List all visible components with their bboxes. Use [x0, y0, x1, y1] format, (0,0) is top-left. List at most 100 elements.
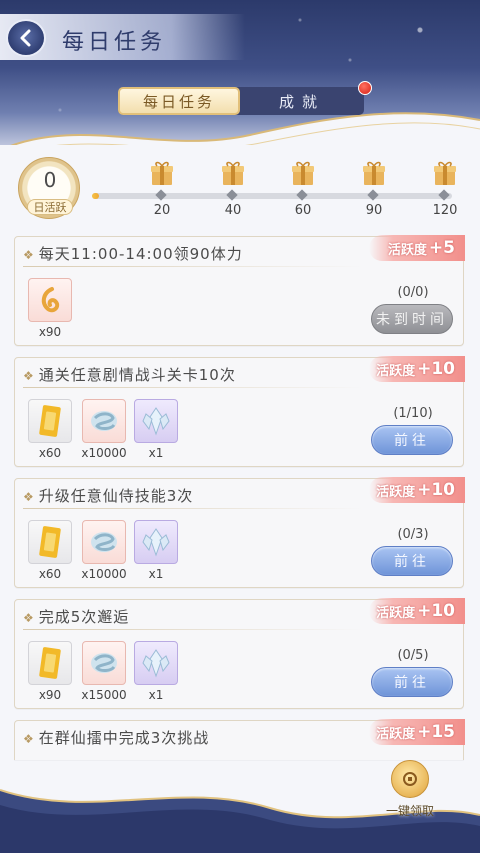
- tab-achievements[interactable]: 成就: [240, 87, 364, 115]
- reward-item[interactable]: x10000: [81, 520, 127, 581]
- page-title: 每日任务: [62, 30, 167, 55]
- reward-quantity: x90: [38, 325, 62, 339]
- reward-item[interactable]: x60: [27, 399, 73, 460]
- reward-item[interactable]: x1: [133, 520, 179, 581]
- crystal-icon: [142, 528, 170, 557]
- divider: [23, 266, 363, 267]
- reward-quantity: x10000: [81, 567, 127, 581]
- sparkle-icon: ❖: [23, 732, 35, 746]
- reward-item[interactable]: x15000: [81, 641, 127, 702]
- gift-box-icon: [363, 161, 385, 185]
- claim-all-label: 一键领取: [385, 804, 434, 818]
- reward-frame: [134, 520, 178, 564]
- milestone-value: 60: [294, 203, 312, 218]
- task-progress: (0/3): [397, 527, 429, 542]
- sparkle-icon: ❖: [23, 369, 35, 383]
- task-title: ❖ 通关任意剧情战斗关卡10次: [23, 364, 236, 385]
- sparkle-icon: ❖: [23, 490, 35, 504]
- task-progress: (1/10): [393, 406, 433, 421]
- milestone-chest[interactable]: 60: [283, 160, 323, 218]
- activity-progress-fill: [92, 193, 100, 199]
- gold-ticket-icon: [39, 526, 61, 558]
- reward-frame: [28, 641, 72, 685]
- milestone-value: 90: [365, 203, 383, 218]
- silver-coin-icon: [91, 411, 117, 431]
- go-button[interactable]: 前往: [371, 546, 453, 576]
- activity-progress-bar: [92, 193, 452, 199]
- claim-all-button[interactable]: 一键领取: [380, 760, 440, 820]
- reward-quantity: x90: [38, 688, 62, 702]
- reward-frame: [82, 520, 126, 564]
- activity-reward-badge: 活跃度 +10: [369, 598, 465, 624]
- badge-value: +10: [417, 480, 455, 500]
- reward-item[interactable]: x60: [27, 520, 73, 581]
- task-title: ❖ 升级任意仙侍技能3次: [23, 485, 193, 506]
- silver-coin-icon: [91, 532, 117, 552]
- gift-box-icon: [292, 161, 314, 185]
- divider: [23, 508, 363, 509]
- badge-label: 活跃度: [376, 605, 416, 621]
- milestone-value: 20: [153, 203, 171, 218]
- reward-item[interactable]: x1: [133, 641, 179, 702]
- reward-frame: [82, 399, 126, 443]
- badge-label: 活跃度: [376, 484, 416, 500]
- task-title: ❖ 在群仙擂中完成3次挑战: [23, 727, 209, 748]
- tab-bar: 每日任务 成就: [118, 81, 372, 115]
- task-title-text: 通关任意剧情战斗关卡10次: [38, 366, 236, 384]
- badge-label: 活跃度: [376, 363, 416, 379]
- reward-frame: [28, 520, 72, 564]
- task-title-text: 每天11:00-14:00领90体力: [38, 245, 243, 263]
- badge-label: 活跃度: [387, 242, 427, 258]
- divider: [23, 387, 363, 388]
- reward-item[interactable]: x1: [133, 399, 179, 460]
- task-card: ❖ 在群仙擂中完成3次挑战 活跃度 +15: [14, 719, 465, 760]
- reward-frame: [28, 399, 72, 443]
- badge-value: +10: [417, 359, 455, 379]
- go-button[interactable]: 前往: [371, 425, 453, 455]
- reward-frame: [28, 278, 72, 322]
- reward-quantity: x15000: [81, 688, 127, 702]
- tab-daily-tasks[interactable]: 每日任务: [118, 87, 240, 115]
- go-button[interactable]: 前往: [371, 667, 453, 697]
- gold-ticket-icon: [39, 647, 61, 679]
- tab-achievements-label: 成就: [278, 92, 325, 111]
- stamina-icon: [41, 287, 60, 313]
- reward-quantity: x10000: [81, 446, 127, 460]
- reward-frame: [134, 641, 178, 685]
- reward-item[interactable]: x90: [27, 278, 73, 339]
- activity-reward-badge: 活跃度 +15: [369, 719, 465, 745]
- reward-quantity: x1: [148, 567, 164, 581]
- activity-reward-badge: 活跃度 +10: [369, 477, 465, 503]
- reward-frame: [82, 641, 126, 685]
- gift-box-icon: [222, 161, 244, 185]
- activity-label: 日活跃: [27, 199, 73, 215]
- milestone-chest[interactable]: 40: [213, 160, 253, 218]
- money-bag-icon: [391, 760, 429, 798]
- reward-quantity: x60: [38, 446, 62, 460]
- reward-item[interactable]: x90: [27, 641, 73, 702]
- reward-item[interactable]: x10000: [81, 399, 127, 460]
- not-yet-time-button[interactable]: 未到时间: [371, 304, 453, 334]
- task-progress: (0/0): [397, 285, 429, 300]
- badge-value: +10: [417, 601, 455, 621]
- badge-value: +15: [417, 722, 455, 742]
- milestone-chest[interactable]: 120: [425, 160, 465, 218]
- back-button[interactable]: [6, 19, 46, 57]
- reward-frame: [134, 399, 178, 443]
- gift-box-icon: [434, 161, 456, 185]
- task-title-text: 升级任意仙侍技能3次: [38, 487, 194, 505]
- back-arrow-icon: [20, 29, 31, 47]
- badge-value: +5: [428, 238, 455, 258]
- notification-dot: [358, 81, 372, 95]
- milestone-chest[interactable]: 90: [354, 160, 394, 218]
- reward-quantity: x1: [148, 446, 164, 460]
- reward-quantity: x60: [38, 567, 62, 581]
- milestone-chest[interactable]: 20: [142, 160, 182, 218]
- silver-coin-icon: [91, 653, 117, 673]
- crystal-icon: [142, 407, 170, 436]
- sparkle-icon: ❖: [23, 611, 35, 625]
- task-card: ❖ 通关任意剧情战斗关卡10次 活跃度 +10 x60 x10000 x1 (1/…: [14, 356, 465, 467]
- milestone-value: 40: [224, 203, 242, 218]
- reward-quantity: x1: [148, 688, 164, 702]
- activity-value: 0: [43, 168, 57, 192]
